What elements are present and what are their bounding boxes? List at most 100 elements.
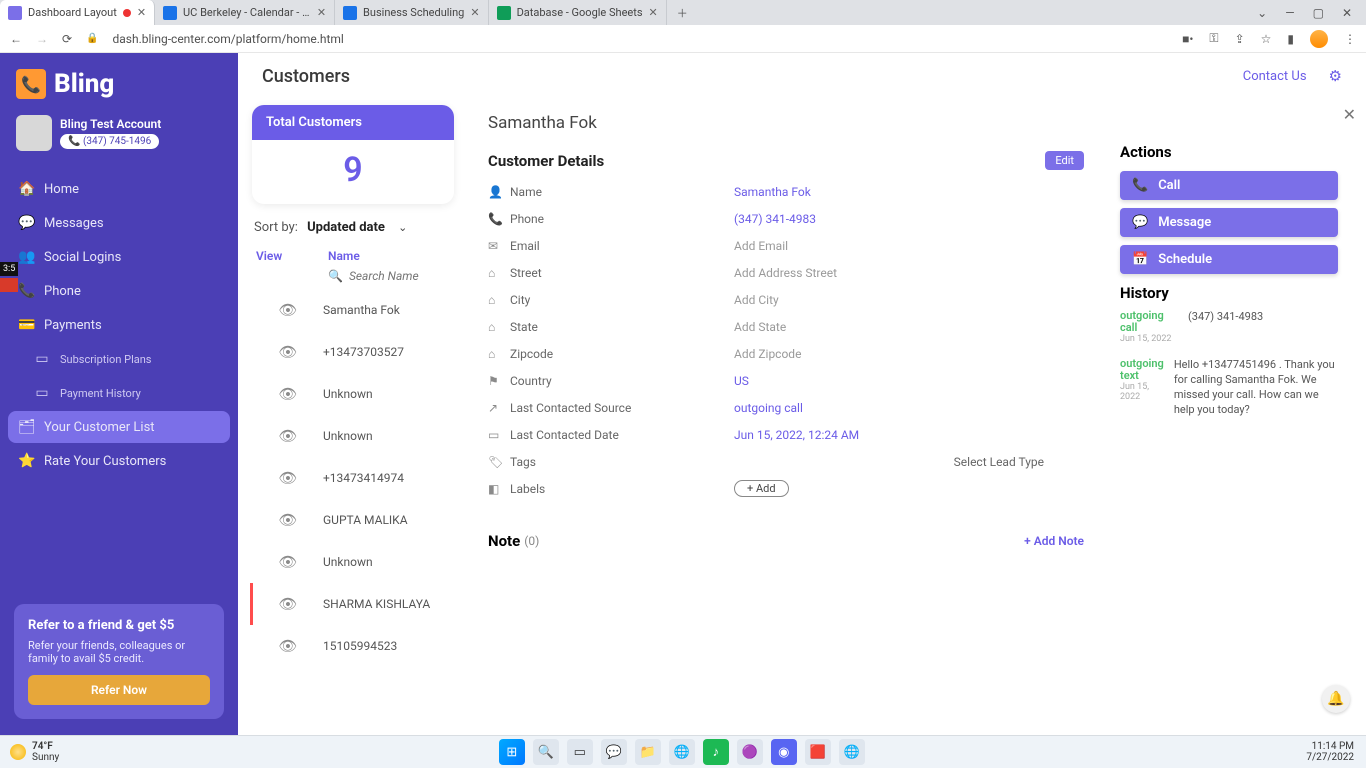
tag-icon: 🏷 <box>488 455 504 469</box>
star-icon[interactable]: ☆ <box>1261 32 1272 46</box>
maximize-icon[interactable]: ▢ <box>1313 6 1324 20</box>
field-value[interactable]: Add State <box>734 320 786 334</box>
eye-icon[interactable]: 👁 <box>253 301 323 319</box>
sidebar-sub-plans[interactable]: ▭Subscription Plans <box>0 343 238 375</box>
eye-icon[interactable]: 👁 <box>253 343 323 361</box>
total-card: Total Customers 9 <box>252 105 454 204</box>
discord-icon[interactable]: ◉ <box>771 739 797 765</box>
table-row[interactable]: 👁Unknown <box>250 541 458 583</box>
chevron-down-icon[interactable]: ⌄ <box>1257 6 1267 20</box>
chat-icon[interactable]: 💬 <box>601 739 627 765</box>
search-input[interactable] <box>349 269 459 283</box>
new-tab-button[interactable]: ＋ <box>667 5 698 21</box>
action-call-button[interactable]: 📞Call <box>1120 171 1338 200</box>
customer-list-panel: Total Customers 9 Sort by: Updated date … <box>238 99 464 735</box>
sidebar-item-home[interactable]: 🏠Home <box>0 173 238 205</box>
date: 7/27/2022 <box>1306 752 1354 763</box>
close-icon[interactable]: ✕ <box>649 6 658 19</box>
tab-calendar[interactable]: UC Berkeley - Calendar - Week o ✕ <box>155 0 335 25</box>
action-message-button[interactable]: 💬Message <box>1120 208 1338 237</box>
field-label: Phone <box>504 212 734 226</box>
close-icon[interactable]: ✕ <box>470 6 479 19</box>
refer-button[interactable]: Refer Now <box>28 675 210 705</box>
contact-us-link[interactable]: Contact Us <box>1243 69 1307 84</box>
clock[interactable]: 11:14 PM 7/27/2022 <box>1294 741 1366 763</box>
panel-icon[interactable]: ▮ <box>1287 32 1294 46</box>
spotify-icon[interactable]: ♪ <box>703 739 729 765</box>
close-icon[interactable]: ✕ <box>317 6 326 19</box>
camera-icon[interactable]: ■• <box>1182 32 1193 46</box>
chrome-icon[interactable]: 🌐 <box>669 739 695 765</box>
tab-scheduling[interactable]: Business Scheduling ✕ <box>335 0 489 25</box>
kebab-icon[interactable]: ⋮ <box>1344 32 1356 46</box>
refer-title: Refer to a friend & get $5 <box>28 618 210 633</box>
sidebar-item-phone[interactable]: 📞Phone <box>0 275 238 307</box>
table-row[interactable]: 👁Samantha Fok <box>250 289 458 331</box>
tab-dashboard[interactable]: Dashboard Layout ✕ <box>0 0 155 25</box>
app2-icon[interactable]: 🟥 <box>805 739 831 765</box>
share-icon[interactable]: ⇪ <box>1235 32 1245 46</box>
sort-row[interactable]: Sort by: Updated date ⌄ <box>248 216 458 245</box>
eye-icon[interactable]: 👁 <box>253 385 323 403</box>
table-row[interactable]: 👁+13473414974 <box>250 457 458 499</box>
app3-icon[interactable]: 🌐 <box>839 739 865 765</box>
table-row[interactable]: 👁+13473703527 <box>250 331 458 373</box>
sidebar-item-label: Phone <box>44 284 81 299</box>
history-item: outgoing callJun 15, 2022(347) 341-4983 <box>1120 310 1338 344</box>
app-icon[interactable]: 🟣 <box>737 739 763 765</box>
lead-type-select[interactable]: Select Lead Type <box>954 455 1084 469</box>
explorer-icon[interactable]: 📁 <box>635 739 661 765</box>
eye-icon[interactable]: 👁 <box>253 511 323 529</box>
field-value[interactable]: Add Zipcode <box>734 347 801 361</box>
weather-cond: Sunny <box>32 752 59 763</box>
sidebar-item-messages[interactable]: 💬Messages <box>0 207 238 239</box>
url-text[interactable]: dash.bling-center.com/platform/home.html <box>113 32 1169 46</box>
start-icon[interactable]: ⊞ <box>499 739 525 765</box>
address-bar: ← → ⟳ 🔒 dash.bling-center.com/platform/h… <box>0 25 1366 53</box>
sidebar-item-customers[interactable]: 🗂Your Customer List <box>8 411 230 443</box>
field-icon: ⌂ <box>488 320 504 334</box>
history-type: outgoing text <box>1120 358 1164 382</box>
weather-widget[interactable]: 74°F Sunny <box>0 741 69 763</box>
eye-icon[interactable]: 👁 <box>253 427 323 445</box>
table-row[interactable]: 👁Unknown <box>250 415 458 457</box>
edit-button[interactable]: Edit <box>1045 151 1084 170</box>
sidebar-sub-history[interactable]: ▭Payment History <box>0 377 238 409</box>
eye-icon[interactable]: 👁 <box>253 553 323 571</box>
notification-bell-icon[interactable]: 🔔 <box>1322 685 1350 713</box>
gear-icon[interactable]: ⚙ <box>1329 67 1342 85</box>
sidebar-item-payments[interactable]: 💳Payments <box>0 309 238 341</box>
profile-avatar-icon[interactable] <box>1310 30 1328 48</box>
field-value[interactable]: Add Email <box>734 239 788 253</box>
table-row[interactable]: 👁GUPTA MALIKA <box>250 499 458 541</box>
taskview-icon[interactable]: ▭ <box>567 739 593 765</box>
key-icon[interactable]: ⚿ <box>1209 31 1218 46</box>
eye-icon[interactable]: 👁 <box>253 469 323 487</box>
calendar-icon <box>343 6 357 20</box>
sidebar-item-social[interactable]: 👥Social Logins <box>0 241 238 273</box>
field-value[interactable]: Add City <box>734 293 779 307</box>
tab-sheets[interactable]: Database - Google Sheets ✕ <box>489 0 667 25</box>
search-icon[interactable]: 🔍 <box>533 739 559 765</box>
field-value: Samantha Fok <box>734 185 811 199</box>
add-label-button[interactable]: + Add <box>734 480 789 497</box>
action-schedule-button[interactable]: 📅Schedule <box>1120 245 1338 274</box>
close-icon[interactable]: ✕ <box>1343 105 1356 124</box>
table-row[interactable]: 👁15105994523 <box>250 625 458 667</box>
history-body: Hello +13477451496 . Thank you for calli… <box>1174 358 1338 417</box>
forward-icon[interactable]: → <box>36 32 48 46</box>
eye-icon[interactable]: 👁 <box>253 595 323 613</box>
add-note-button[interactable]: + Add Note <box>1024 534 1084 548</box>
eye-icon[interactable]: 👁 <box>253 637 323 655</box>
table-row[interactable]: 👁SHARMA KISHLAYA <box>250 583 458 625</box>
close-icon[interactable]: ✕ <box>137 6 146 19</box>
field-icon: ✉ <box>488 239 504 253</box>
sidebar-item-rate[interactable]: ⭐Rate Your Customers <box>0 445 238 477</box>
minimize-icon[interactable]: — <box>1285 6 1294 20</box>
column-headers: View Name <box>248 245 458 269</box>
table-row[interactable]: 👁Unknown <box>250 373 458 415</box>
close-window-icon[interactable]: ✕ <box>1342 6 1352 20</box>
field-value[interactable]: Add Address Street <box>734 266 837 280</box>
reload-icon[interactable]: ⟳ <box>62 32 72 46</box>
back-icon[interactable]: ← <box>10 32 22 46</box>
